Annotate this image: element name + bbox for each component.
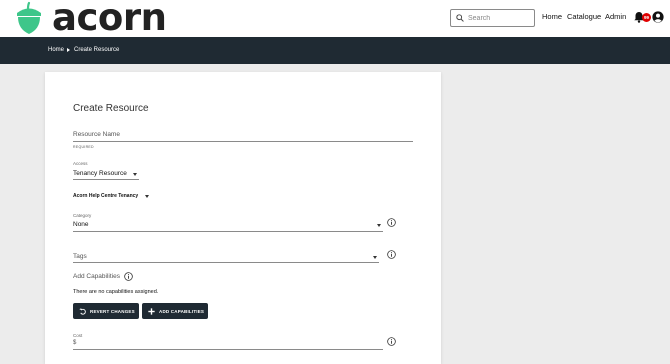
add-capabilities-button[interactable]: ADD CAPABILITIES	[142, 303, 208, 319]
category-underline	[73, 231, 383, 232]
info-icon[interactable]	[387, 337, 396, 346]
plus-icon	[148, 307, 155, 315]
tenancy-select[interactable]: Acorn Help Centre Tenancy	[73, 193, 138, 199]
page-title: Create Resource	[73, 103, 149, 114]
undo-icon	[79, 307, 86, 315]
add-capabilities-label: Add Capabilities	[73, 273, 120, 280]
info-icon[interactable]	[387, 218, 396, 227]
access-label: Access	[73, 161, 88, 166]
cost-field[interactable]	[73, 349, 383, 350]
revert-changes-button[interactable]: REVERT CHANGES	[73, 303, 139, 319]
nav-catalogue[interactable]: Catalogue	[567, 12, 601, 21]
category-select[interactable]: None	[73, 221, 89, 228]
access-underline	[73, 179, 139, 180]
cost-prefix: $	[73, 340, 77, 346]
search-input[interactable]	[468, 14, 528, 22]
top-header: acorn Home Catalogue Admin 99	[0, 0, 670, 37]
chevron-down-icon[interactable]	[373, 256, 377, 259]
info-icon[interactable]	[387, 250, 396, 259]
capabilities-empty-text: There are no capabilities assigned.	[73, 289, 159, 295]
breadcrumb-current: Create Resource	[74, 47, 120, 53]
create-resource-card: Create Resource Resource Name REQUIRED A…	[45, 72, 441, 364]
nav-home[interactable]: Home	[542, 12, 562, 21]
tags-label: Tags	[73, 253, 87, 260]
breadcrumb: Home Create Resource	[0, 37, 670, 64]
resource-name-hint: REQUIRED	[73, 145, 94, 149]
resource-name-field[interactable]	[73, 141, 413, 142]
user-account-icon[interactable]	[652, 11, 664, 23]
acorn-icon	[17, 1, 41, 34]
category-label: Category	[73, 213, 92, 218]
chevron-down-icon[interactable]	[145, 195, 149, 198]
breadcrumb-home[interactable]: Home	[48, 47, 64, 53]
breadcrumb-separator-icon	[67, 48, 70, 52]
search-icon	[456, 14, 464, 22]
add-capabilities-label-text: ADD CAPABILITIES	[159, 308, 205, 314]
logo-text: acorn	[52, 0, 167, 39]
access-select[interactable]: Tenancy Resource	[73, 170, 127, 177]
chevron-down-icon[interactable]	[133, 173, 137, 176]
info-icon[interactable]	[124, 272, 133, 281]
notification-badge: 99	[642, 13, 651, 22]
tags-field[interactable]	[73, 262, 379, 263]
search-box[interactable]	[450, 9, 535, 27]
chevron-down-icon[interactable]	[377, 224, 381, 227]
logo[interactable]: acorn	[14, 0, 167, 39]
nav-admin[interactable]: Admin	[605, 12, 626, 21]
resource-name-label: Resource Name	[73, 131, 120, 138]
cost-label: Cost	[73, 333, 83, 338]
revert-changes-label: REVERT CHANGES	[90, 308, 135, 314]
